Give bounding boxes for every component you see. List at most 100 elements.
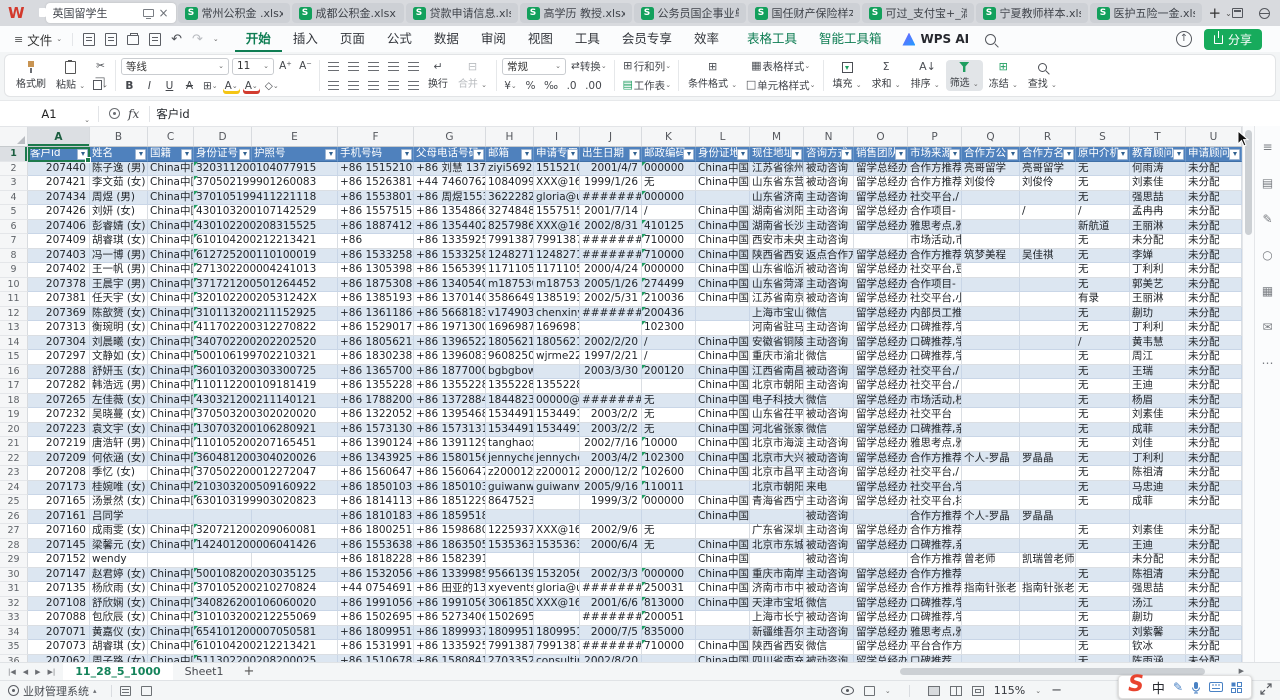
cell[interactable]: 207381 [28, 292, 90, 307]
align-left-icon[interactable] [325, 77, 342, 93]
cell[interactable]: +86 15263810 [338, 176, 414, 191]
row-number[interactable]: 29 [0, 553, 28, 568]
header-cell[interactable]: 市场来源 [908, 147, 962, 162]
cell[interactable]: 丁利利 [1130, 321, 1186, 336]
cell[interactable] [1020, 292, 1076, 307]
cell[interactable]: 612725200110100019 [194, 249, 338, 264]
cell[interactable]: 无 [1076, 176, 1130, 191]
cell[interactable]: 陈雨涵 [1130, 655, 1186, 663]
cell[interactable]: 陈歆赟 (女) [90, 307, 148, 322]
grid-icon[interactable]: ▦ [1261, 284, 1275, 298]
cell[interactable]: 合作项目- [908, 205, 962, 220]
cell[interactable]: 未分配 [1186, 191, 1242, 206]
new-tab-button[interactable]: +⌄ [1209, 4, 1232, 22]
cell[interactable]: 雅思考点,雅 [908, 220, 962, 235]
cell[interactable]: 留学总经办 [854, 466, 908, 481]
cell[interactable]: +86 1340540988 [414, 278, 486, 293]
scroll-right-icon[interactable]: ▶ [1239, 667, 1244, 675]
cell[interactable]: 周子路 (女) [90, 655, 148, 663]
align-bottom-icon[interactable] [365, 58, 382, 74]
cell[interactable]: +86 15106786 [338, 655, 414, 663]
cell[interactable]: 无 [1076, 234, 1130, 249]
cell[interactable] [750, 553, 804, 568]
cell[interactable]: jennychen [534, 452, 580, 467]
cell[interactable]: 360481200304020026 [194, 452, 338, 467]
cell[interactable]: 270335220 [486, 655, 534, 663]
cell[interactable]: 未分配 [1186, 626, 1242, 641]
cell[interactable]: 留学总经办 [854, 292, 908, 307]
cell[interactable] [962, 568, 1020, 583]
cell[interactable] [1076, 553, 1130, 568]
cell[interactable] [962, 408, 1020, 423]
cell[interactable]: 江西省南昌 [750, 365, 804, 380]
cell[interactable]: China中国 [696, 510, 750, 525]
header-cell[interactable]: 原中介机 [1076, 147, 1130, 162]
cell[interactable]: 2003/4/2 [580, 452, 642, 467]
header-cell[interactable]: 邮政编码 [642, 147, 696, 162]
underline-icon[interactable]: U [161, 78, 178, 94]
cell[interactable] [962, 191, 1020, 206]
file-tab[interactable]: S国任财产保险样本.x [748, 3, 860, 23]
cell[interactable]: 274499 [642, 278, 696, 293]
cell[interactable]: 340702200202202520 [194, 336, 338, 351]
cell[interactable]: +86 1370140948 [414, 292, 486, 307]
cell[interactable]: 153449155 [486, 423, 534, 438]
cell-style-button[interactable]: □ 单元格样式⌄ [743, 77, 817, 93]
cell[interactable]: 社交平台,/ [908, 379, 962, 394]
cell[interactable]: 799138782 [486, 234, 534, 249]
header-cell[interactable]: 身份证地 [696, 147, 750, 162]
cell[interactable]: 成菲 [1130, 423, 1186, 438]
cell[interactable]: 未分配 [1186, 568, 1242, 583]
cell[interactable]: m1875308 [534, 278, 580, 293]
cell[interactable]: 陕西省西安 [750, 640, 804, 655]
edit-icon[interactable]: ✎ [1261, 212, 1275, 226]
cell[interactable]: 被动咨询 [804, 176, 854, 191]
cell[interactable]: 710000 [642, 234, 696, 249]
more-icon[interactable]: ⋯ [1261, 356, 1275, 370]
zoom-level[interactable]: 115% [994, 684, 1025, 697]
number-format-select[interactable]: 常规⌄ [502, 58, 566, 75]
cell[interactable] [534, 553, 580, 568]
cell[interactable]: 180562199 [486, 336, 534, 351]
row-number[interactable]: 2 [0, 162, 28, 177]
wps-logo[interactable]: W [8, 4, 25, 22]
cell[interactable]: 被动咨询 [804, 655, 854, 663]
decrease-indent-icon[interactable] [385, 58, 402, 74]
header-cell[interactable]: 申请专用 [534, 147, 580, 162]
cell[interactable]: 留学总经办 [854, 205, 908, 220]
cell[interactable]: 2000/7/5 [580, 626, 642, 641]
cell[interactable]: 153536389 [534, 539, 580, 554]
cell[interactable]: 813000 [642, 597, 696, 612]
cell[interactable]: 被动咨询 [804, 263, 854, 278]
cell[interactable]: 杨欣雨 (女) [90, 582, 148, 597]
cell[interactable]: 2001/7/14 [580, 205, 642, 220]
cell[interactable]: China中国 [148, 162, 194, 177]
font-family-select[interactable]: 等线⌄ [121, 58, 229, 75]
row-number[interactable]: 35 [0, 640, 28, 655]
cell[interactable]: +86 13552283 [338, 379, 414, 394]
cell[interactable]: 被动咨询 [804, 292, 854, 307]
cell[interactable]: China中国 [696, 466, 750, 481]
cell[interactable]: guiwanwei [486, 481, 534, 496]
cell[interactable]: 207440 [28, 162, 90, 177]
cell[interactable]: 无 [1076, 423, 1130, 438]
cell[interactable]: 未分配 [1186, 292, 1242, 307]
cell[interactable]: 丁利利 [1130, 452, 1186, 467]
cell[interactable] [962, 350, 1020, 365]
cell[interactable]: 亮哥留学 [962, 162, 1020, 177]
cell[interactable]: 无 [642, 524, 696, 539]
cell[interactable]: XXX@163.c [534, 176, 580, 191]
cell[interactable]: 留学总经办 [854, 336, 908, 351]
add-sheet-button[interactable]: + [235, 664, 262, 679]
file-tab[interactable]: S常州公积金 .xlsx [178, 3, 290, 23]
cell[interactable]: 江苏省南京 [750, 292, 804, 307]
cell[interactable]: 207161 [28, 510, 90, 525]
font-size-select[interactable]: 11⌄ [232, 58, 274, 75]
cell[interactable]: 710000 [642, 640, 696, 655]
cell[interactable]: 雅思考点,雅 [908, 437, 962, 452]
header-cell[interactable]: 护照号 [252, 147, 338, 162]
convert-button[interactable]: ⇄ 转换⌄ [569, 58, 609, 74]
ribbon-tab-页面[interactable]: 页面 [329, 26, 376, 52]
cell[interactable]: 2002/5/31 [580, 292, 642, 307]
cell[interactable]: China中国 [696, 553, 750, 568]
